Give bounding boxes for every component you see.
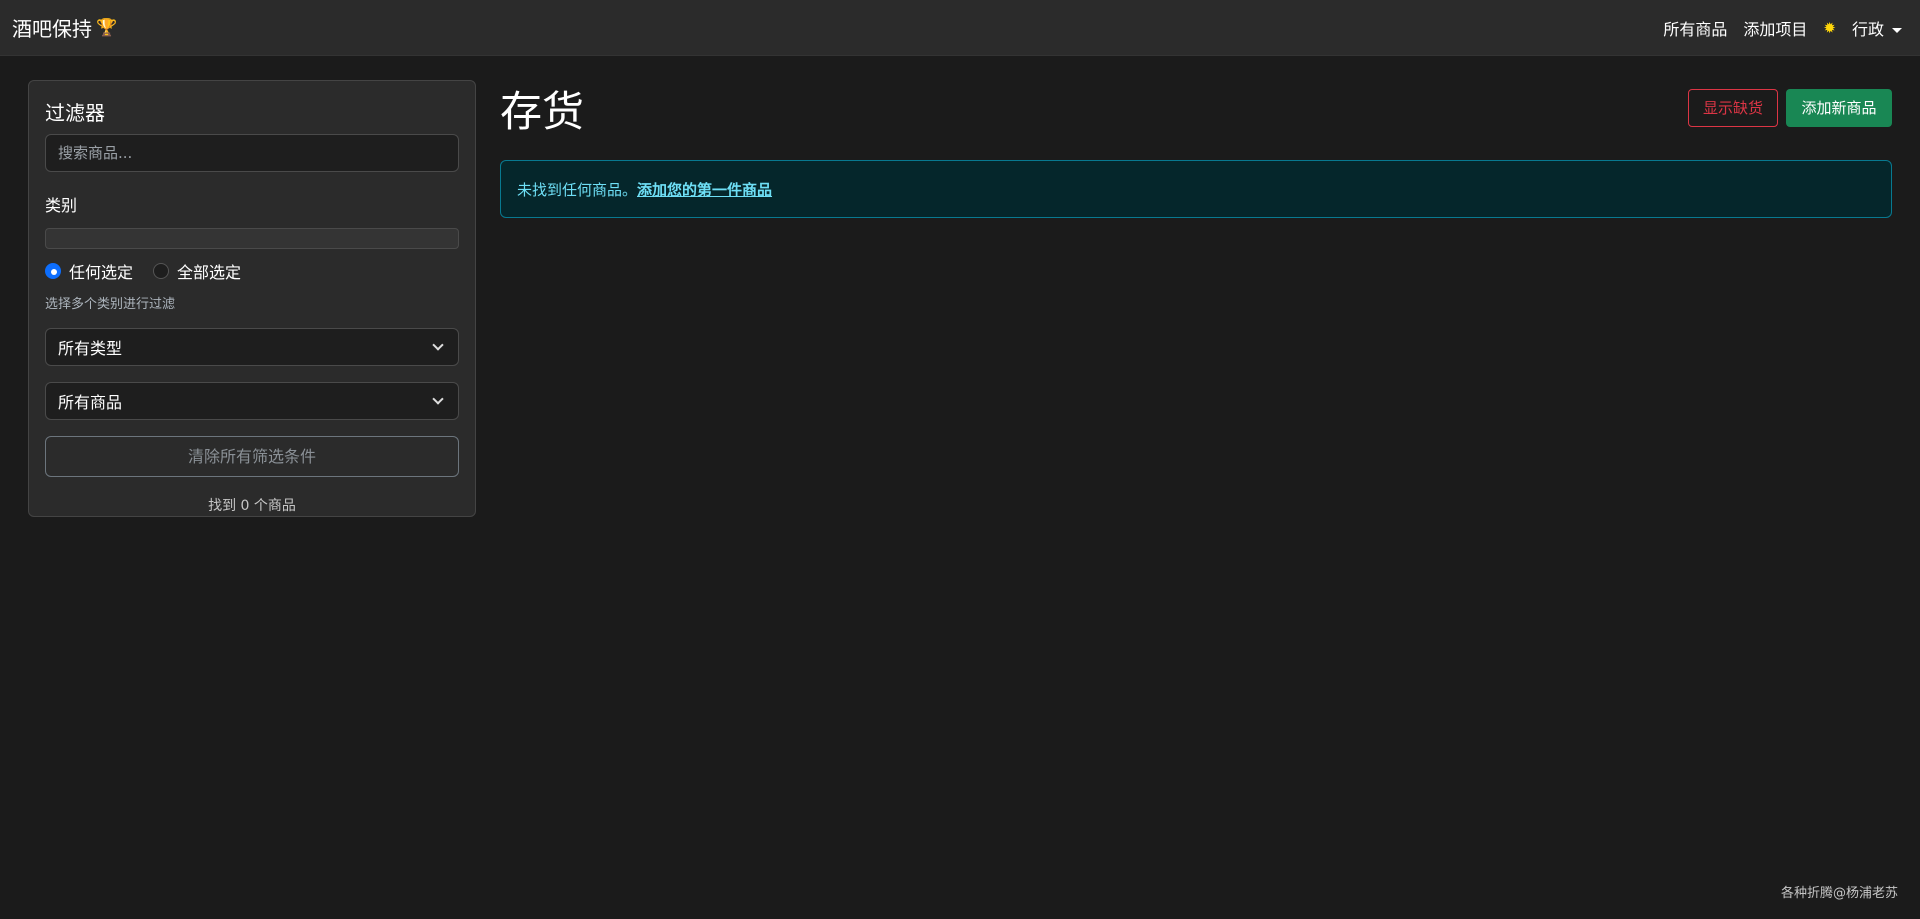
search-input[interactable] [45,134,459,172]
add-first-item-link[interactable]: 添加您的第一件商品 [637,179,772,200]
nav-add-item[interactable]: 添加项目 [1743,16,1807,40]
category-select-box[interactable] [45,228,459,249]
radio-match-any[interactable]: 任何选定 [45,259,133,283]
filter-panel: 过滤器 类别 任何选定 全部选定 选择多个类别进行过滤 所有类型 所有商品 清除… [28,80,476,517]
category-label: 类别 [45,196,78,215]
user-menu-label: 行政 [1851,19,1884,39]
nav-all-items[interactable]: 所有商品 [1663,16,1727,40]
clear-filters-button[interactable]: 清除所有筛选条件 [45,436,459,477]
radio-match-all-label: 全部选定 [177,263,242,282]
item-select[interactable]: 所有商品 [45,382,459,420]
item-select-value: 所有商品 [58,393,123,412]
show-low-stock-button[interactable]: 显示缺货 [1688,89,1778,127]
sun-icon[interactable]: ✹ [1823,19,1836,37]
category-hint: 选择多个类别进行过滤 [45,297,176,312]
radio-checked-icon[interactable] [45,263,61,279]
user-menu[interactable]: 行政 [1852,16,1902,40]
footer-credit: 各种折腾@杨浦老苏 [1780,886,1898,901]
top-navbar: 酒吧保持 🏆 所有商品 添加项目 ✹ 行政 [0,0,1920,56]
nav-links: 所有商品 添加项目 ✹ 行政 [1663,16,1908,40]
add-new-item-button[interactable]: 添加新商品 [1786,89,1892,127]
trophy-icon: 🏆 [96,17,118,38]
match-mode-group: 任何选定 全部选定 [45,259,459,283]
radio-match-all[interactable]: 全部选定 [153,259,241,283]
result-count: 找到 0 个商品 [208,498,296,514]
chevron-down-icon [432,339,444,351]
filter-title: 过滤器 [45,101,105,125]
radio-unchecked-icon[interactable] [153,263,170,279]
alert-text: 未找到任何商品。 [517,180,638,199]
empty-state-alert: 未找到任何商品。 添加您的第一件商品 [500,160,1892,218]
radio-match-any-label: 任何选定 [69,263,134,282]
caret-down-icon [1892,27,1902,33]
page-title: 存货 [500,87,585,136]
type-select-value: 所有类型 [58,339,123,358]
brand-name: 酒吧保持 [12,17,92,41]
brand-link[interactable]: 酒吧保持 🏆 [12,13,117,42]
chevron-down-icon [432,393,444,405]
type-select[interactable]: 所有类型 [45,328,459,366]
